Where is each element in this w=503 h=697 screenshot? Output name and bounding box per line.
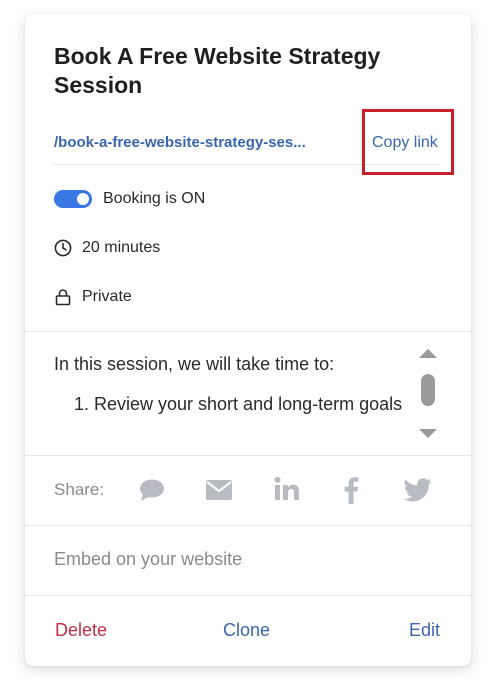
description-intro: In this session, we will take time to: — [54, 354, 335, 374]
divider — [25, 525, 471, 526]
twitter-icon[interactable] — [403, 478, 432, 507]
divider — [25, 331, 471, 332]
clone-button[interactable]: Clone — [223, 620, 270, 641]
booking-status-row: Booking is ON — [54, 187, 205, 211]
event-title: Book A Free Website Strategy Session — [54, 43, 381, 98]
event-slug-link[interactable]: /book-a-free-website-strategy-ses... — [54, 134, 344, 151]
scrollbar-thumb[interactable] — [421, 374, 435, 406]
description-list: Review your short and long-term goals — [54, 391, 404, 417]
email-icon[interactable] — [206, 480, 232, 505]
booking-status-label: Booking is ON — [103, 190, 206, 207]
event-card: Book A Free Website Strategy Session /bo… — [25, 14, 471, 666]
divider — [25, 455, 471, 456]
clock-icon — [54, 239, 72, 257]
chat-bubble-icon[interactable] — [138, 476, 166, 509]
facebook-icon[interactable] — [343, 476, 359, 509]
visibility-row: Private — [54, 285, 132, 309]
share-label: Share: — [54, 480, 105, 499]
lock-icon — [54, 288, 72, 306]
scroll-down-arrow-icon[interactable] — [419, 429, 437, 438]
description-fade — [54, 432, 404, 456]
description-item: Review your short and long-term goals — [94, 391, 404, 417]
edit-button[interactable]: Edit — [409, 620, 440, 641]
delete-button[interactable]: Delete — [55, 620, 107, 641]
visibility-label: Private — [82, 288, 132, 305]
booking-toggle[interactable] — [54, 190, 92, 208]
copy-link-button[interactable]: Copy link — [372, 134, 438, 152]
divider — [25, 595, 471, 596]
embed-on-website-link[interactable]: Embed on your website — [54, 549, 242, 570]
linkedin-icon[interactable] — [274, 476, 300, 507]
duration-row: 20 minutes — [54, 236, 160, 260]
scroll-up-arrow-icon[interactable] — [419, 349, 437, 358]
duration-label: 20 minutes — [82, 239, 161, 256]
